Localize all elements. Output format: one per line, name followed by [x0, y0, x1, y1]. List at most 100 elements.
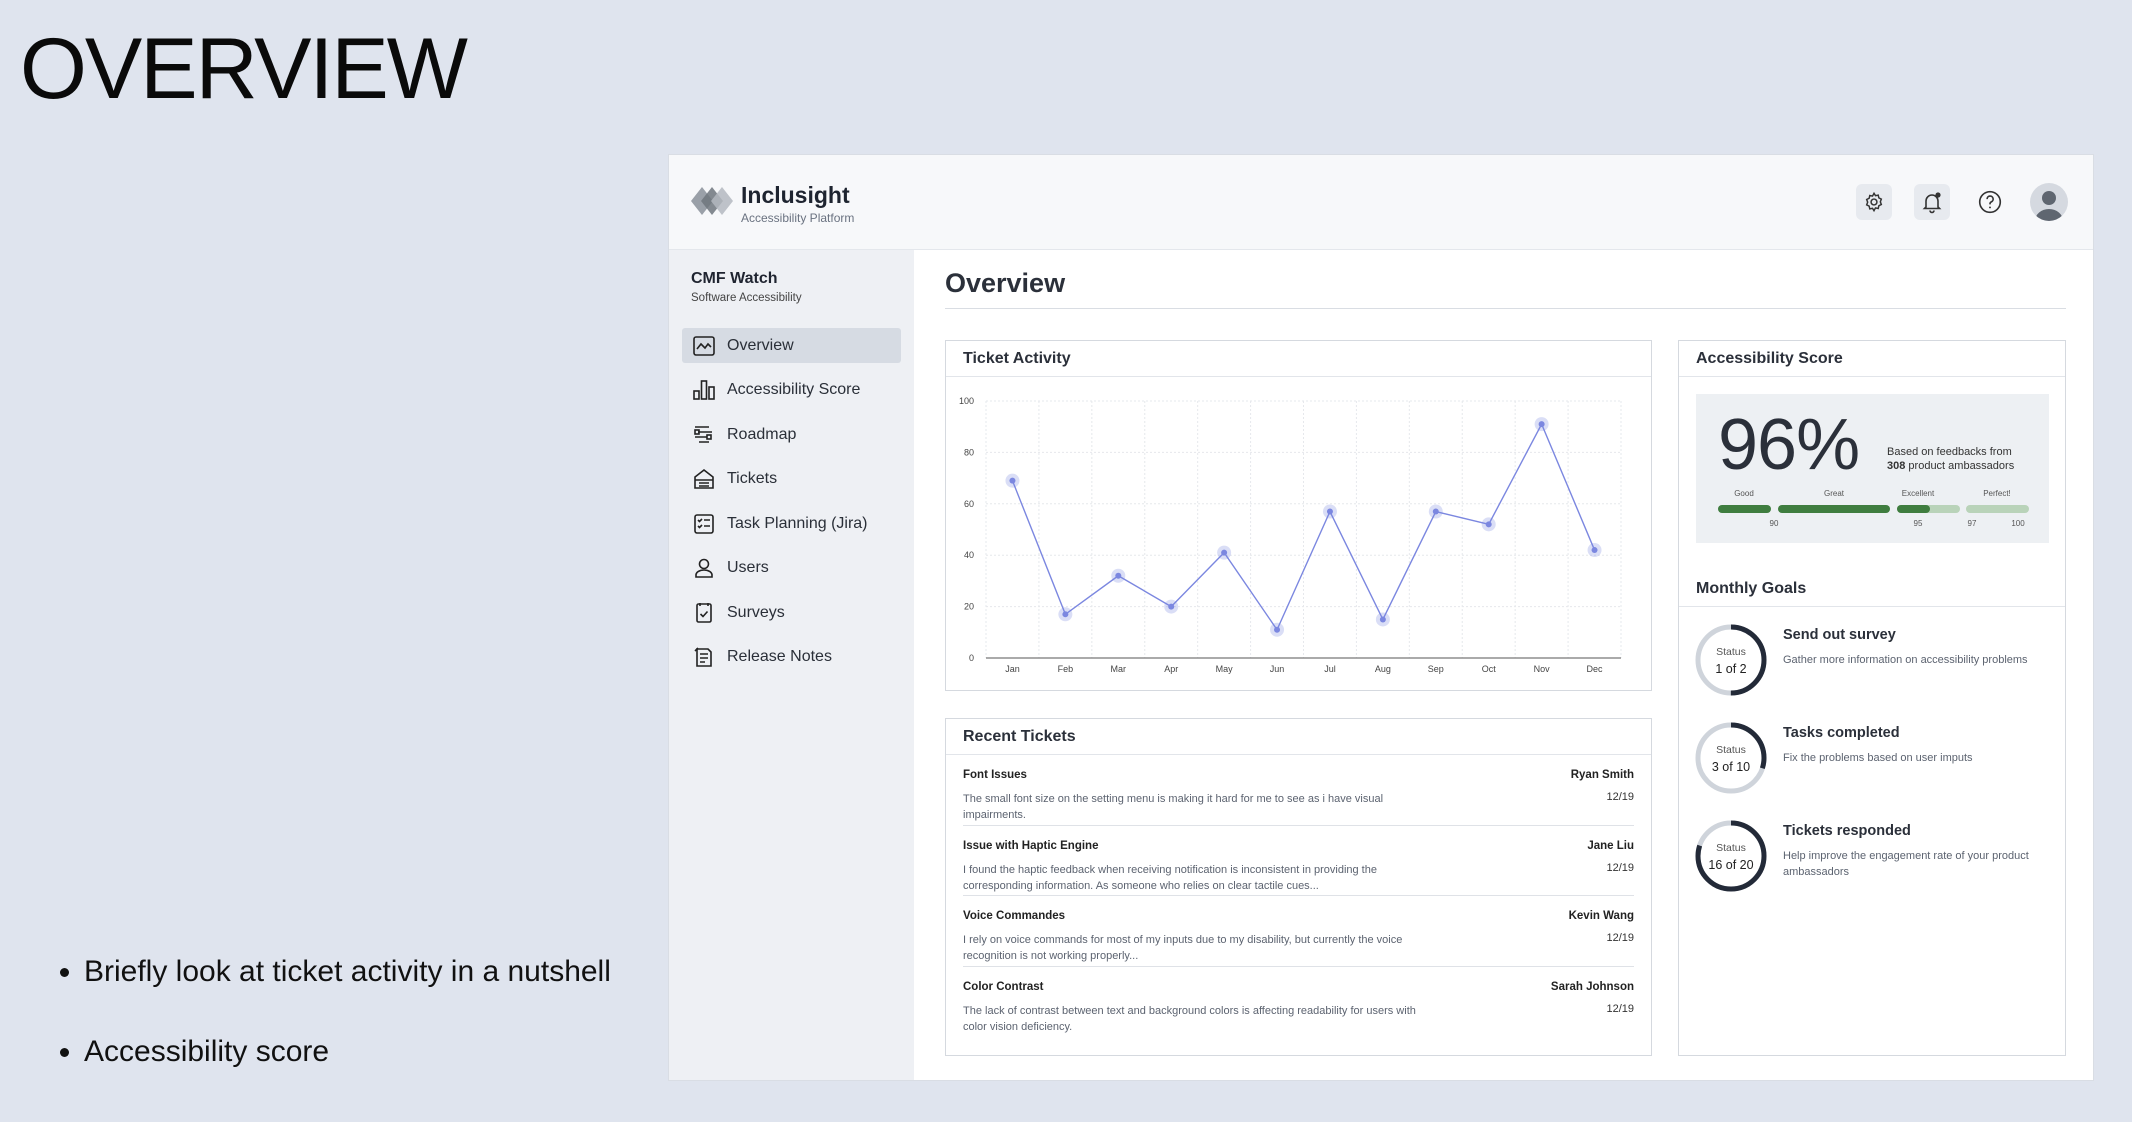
- score-note: Based on feedbacks from 308 product amba…: [1887, 445, 2014, 473]
- help-icon[interactable]: [1972, 184, 2008, 220]
- x-tick-label: Jul: [1324, 664, 1336, 674]
- goal-title: Tickets responded: [1783, 823, 1911, 839]
- x-tick-label: May: [1216, 664, 1234, 674]
- goal-status-value: 16 of 20: [1708, 858, 1754, 872]
- roadmap-icon: [694, 425, 712, 443]
- ticket-row[interactable]: Color Contrast The lack of contrast betw…: [963, 967, 1634, 1038]
- ticket-list: Font Issues The small font size on the s…: [946, 755, 1651, 1037]
- sidebar-item-users[interactable]: Users: [682, 551, 901, 586]
- sidebar-item-overview[interactable]: Overview: [682, 328, 901, 363]
- sidebar: CMF Watch Software Accessibility Overvie…: [669, 250, 914, 1080]
- ticket-user: Sarah Johnson: [1550, 980, 1634, 993]
- bullet-item: Accessibility score: [84, 1035, 611, 1069]
- recent-tickets-title: Recent Tickets: [946, 719, 1651, 755]
- x-tick-label: Oct: [1482, 664, 1497, 674]
- progress-ring: [1695, 820, 1767, 892]
- data-point: [1221, 549, 1228, 556]
- goal-status-label: Status: [1716, 744, 1746, 756]
- data-point: [1538, 421, 1545, 428]
- sidebar-item-task-planning[interactable]: Task Planning (Jira): [682, 506, 901, 541]
- scale-segment-great: [1778, 505, 1890, 513]
- x-tick-label: Jan: [1005, 664, 1020, 674]
- ticket-description: The small font size on the setting menu …: [963, 793, 1384, 821]
- scale-segment-good: [1718, 505, 1771, 513]
- data-point: [1168, 603, 1175, 610]
- sidebar-item-surveys[interactable]: Surveys: [682, 595, 901, 630]
- scale-label-excellent: Excellent: [1901, 489, 1935, 498]
- app-window: Inclusight Accessibility Platform CMF Wa…: [668, 154, 2094, 1081]
- ticket-row[interactable]: Issue with Haptic Engine I found the hap…: [963, 826, 1634, 896]
- score-value: 96%: [1718, 405, 1860, 485]
- data-point: [1485, 521, 1492, 528]
- data-point: [1591, 547, 1598, 554]
- goal-status-value: 3 of 10: [1711, 760, 1751, 774]
- main-content: Overview Ticket Activity 0 20 40 60 80 100 Jan…: [914, 250, 2093, 1080]
- goal-description: Help improve the engagement rate of your…: [1783, 850, 2029, 878]
- progress-ring: [1695, 722, 1767, 794]
- ticket-user: Kevin Wang: [1568, 910, 1634, 922]
- ticket-title: Issue with Haptic Engine: [963, 839, 1099, 852]
- sidebar-item-tickets[interactable]: Tickets: [682, 462, 901, 497]
- page-title: Overview: [945, 268, 1066, 298]
- bell-icon[interactable]: [1914, 184, 1950, 220]
- goal-item[interactable]: Status 1 of 2 Send out survey Gather mor…: [1694, 623, 2054, 699]
- sidebar-nav: Overview Accessibility Score Roadmap Tic…: [682, 328, 901, 684]
- scale-tick: 100: [2011, 519, 2025, 528]
- ticket-row[interactable]: Voice Commandes I rely on voice commands…: [963, 896, 1634, 967]
- project-subtitle: Software Accessibility: [691, 292, 802, 304]
- data-point: [1326, 508, 1333, 515]
- goal-description: Fix the problems based on user imputs: [1783, 752, 1973, 764]
- sidebar-item-accessibility-score[interactable]: Accessibility Score: [682, 373, 901, 408]
- scale-tick: 97: [1967, 519, 1977, 528]
- x-tick-label: Aug: [1375, 664, 1391, 674]
- notes-icon: [694, 647, 712, 667]
- sidebar-item-label: Roadmap: [727, 425, 797, 443]
- x-tick-label: Feb: [1058, 664, 1074, 674]
- x-tick-label: Nov: [1534, 664, 1551, 674]
- avatar-icon[interactable]: [2030, 183, 2068, 221]
- ticket-icon: [694, 468, 714, 489]
- scale-segment-perfect: [1966, 505, 2029, 513]
- ticket-row[interactable]: Font Issues The small font size on the s…: [963, 755, 1634, 826]
- sidebar-item-label: Accessibility Score: [727, 381, 861, 398]
- accessibility-score-title: Accessibility Score: [1679, 341, 2065, 377]
- y-tick-label: 20: [964, 602, 974, 612]
- ticket-activity-title: Ticket Activity: [946, 341, 1651, 377]
- scale-tick: 95: [1913, 519, 1923, 528]
- scale-tick: 90: [1769, 519, 1779, 528]
- x-tick-label: Dec: [1587, 664, 1604, 674]
- sidebar-item-roadmap[interactable]: Roadmap: [682, 417, 901, 452]
- x-tick-label: Sep: [1428, 664, 1444, 674]
- y-tick-label: 80: [964, 447, 974, 457]
- data-point: [1379, 616, 1386, 623]
- goal-title: Send out survey: [1783, 627, 1896, 643]
- recent-tickets-card: Recent Tickets Font Issues The small fon…: [945, 718, 1652, 1056]
- gear-icon[interactable]: [1856, 184, 1892, 220]
- top-icons: [1856, 183, 2068, 221]
- score-note-suffix: product ambassadors: [1908, 460, 2015, 472]
- goal-item[interactable]: Status 16 of 20 Tickets responded Help i…: [1694, 819, 2054, 895]
- ticket-title: Font Issues: [963, 769, 1027, 781]
- y-tick-label: 0: [969, 653, 974, 663]
- slide-bullets: Briefly look at ticket activity in a nut…: [60, 955, 611, 1115]
- ticket-title: Voice Commandes: [963, 910, 1066, 922]
- score-note-count: 308: [1887, 460, 1906, 472]
- y-tick-label: 100: [959, 396, 974, 406]
- ticket-description: The lack of contrast between text and ba…: [963, 1004, 1416, 1033]
- ticket-date: 12/19: [1606, 861, 1634, 874]
- ticket-activity-chart: 0 20 40 60 80 100 Jan Feb Mar Apr May Jun Jul Aug Sep O…: [959, 396, 1622, 674]
- user-icon: [695, 558, 713, 578]
- data-point: [1009, 477, 1016, 484]
- top-bar: Inclusight Accessibility Platform: [669, 155, 2093, 250]
- sidebar-item-label: Users: [727, 559, 769, 576]
- y-tick-label: 60: [964, 499, 974, 509]
- goal-item[interactable]: Status 3 of 10 Tasks completed Fix the p…: [1694, 721, 2054, 797]
- monthly-goals-title: Monthly Goals: [1679, 571, 2065, 607]
- ticket-description: I rely on voice commands for most of my …: [963, 934, 1403, 962]
- scale-label-great: Great: [1823, 489, 1845, 498]
- sidebar-item-release-notes[interactable]: Release Notes: [682, 640, 901, 675]
- ticket-date: 12/19: [1606, 932, 1634, 944]
- bar-chart-icon: [693, 380, 715, 400]
- project-name: CMF Watch: [691, 270, 778, 287]
- x-tick-label: Mar: [1111, 664, 1127, 674]
